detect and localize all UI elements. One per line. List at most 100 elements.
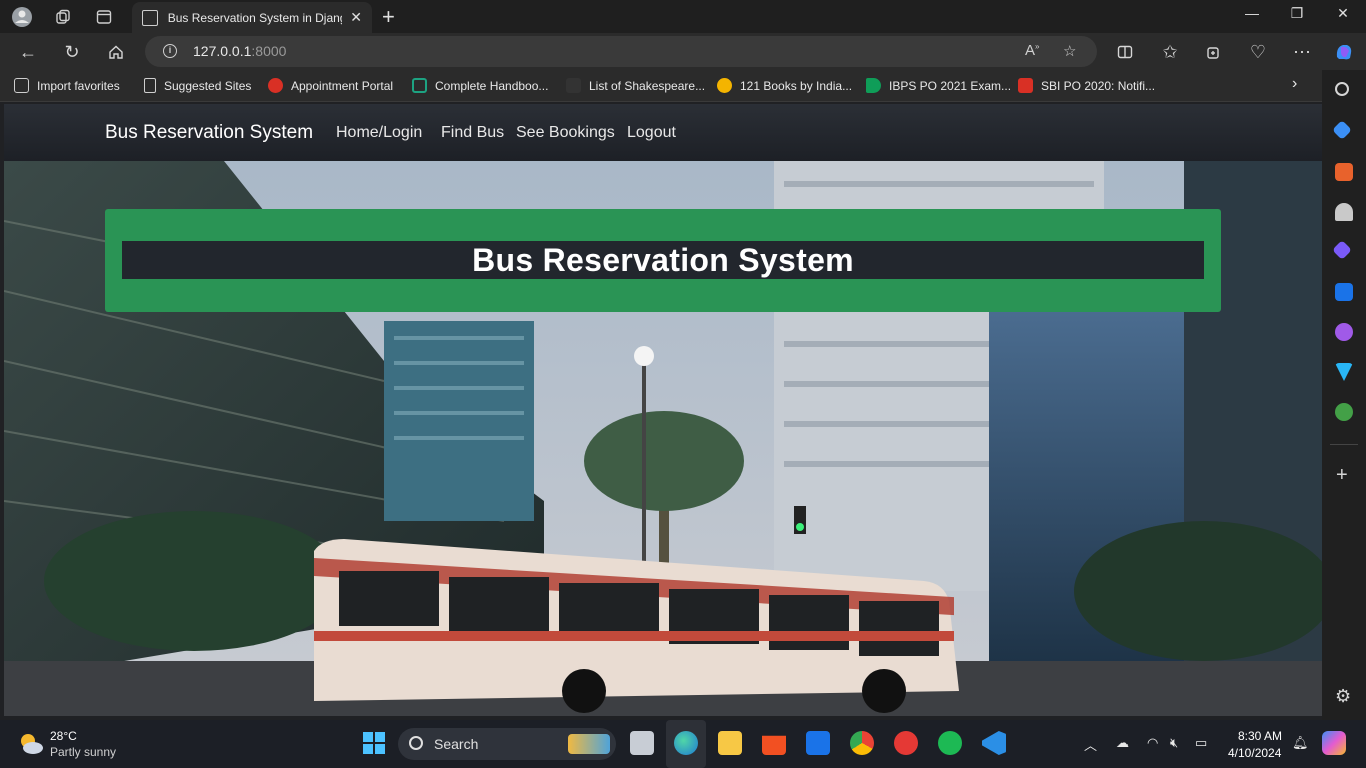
close-tab-icon[interactable]: ✕ [350, 9, 362, 26]
search-highlight-icon [568, 734, 610, 754]
nav-logout[interactable]: Logout [627, 124, 676, 142]
browser-title-bar: Bus Reservation System in Djang ✕ + — ❐ … [0, 0, 1366, 33]
hero-title-box: Bus Reservation System [122, 241, 1204, 279]
mail-icon[interactable] [806, 731, 830, 755]
volume-muted-icon[interactable]: 🔇︎ [1170, 735, 1178, 751]
browser-tab-active[interactable]: Bus Reservation System in Djang ✕ [132, 2, 372, 33]
bookmark-label: 121 Books by India... [740, 78, 853, 93]
bookmark-label: IBPS PO 2021 Exam... [889, 78, 1012, 93]
edge-active-highlight [666, 720, 706, 768]
copilot-sidebar-icon[interactable] [1332, 240, 1352, 260]
search-icon[interactable] [1335, 82, 1349, 96]
search-label: Search [434, 736, 479, 752]
notifications-bell-icon[interactable]: 🔔︎ [1292, 735, 1309, 751]
more-menu-icon[interactable]: ⋯ [1290, 40, 1314, 64]
bookmark-label: Suggested Sites [164, 78, 252, 93]
bookmark-suggested-sites[interactable]: Suggested Sites [144, 78, 251, 93]
site-navbar: Bus Reservation System Home/Login Find B… [4, 104, 1322, 161]
page-favicon-icon [142, 9, 158, 26]
close-window-icon[interactable]: ✕ [1328, 5, 1358, 22]
clock-date[interactable]: 4/10/2024 [1228, 746, 1281, 760]
windows-start-icon[interactable] [362, 731, 386, 755]
task-view-icon[interactable] [630, 731, 654, 755]
bookmark-import-favorites[interactable]: Import favorites [14, 78, 120, 93]
home-icon[interactable] [104, 40, 128, 64]
spotify-icon[interactable] [938, 731, 962, 755]
network-info-icon[interactable]: ☁ [1116, 735, 1129, 751]
nav-home-login[interactable]: Home/Login [336, 124, 422, 142]
copilot-icon[interactable] [1332, 40, 1356, 64]
workspaces-icon[interactable] [52, 6, 74, 28]
browser-toolbar: ← ↻ i 127.0.0.1:8000 A» ☆ ✩ ♡ ⋯ [0, 33, 1366, 70]
site-brand[interactable]: Bus Reservation System [105, 122, 313, 144]
back-icon[interactable]: ← [16, 40, 40, 64]
games-icon[interactable] [1335, 203, 1353, 221]
read-aloud-icon[interactable]: A» [1025, 42, 1039, 59]
tab-actions-icon[interactable] [93, 6, 115, 28]
bookmark-label: SBI PO 2020: Notifi... [1041, 78, 1156, 93]
partly-sunny-icon[interactable] [18, 731, 44, 757]
weather-temperature[interactable]: 28°C [50, 729, 77, 743]
tree-icon[interactable] [1335, 403, 1353, 421]
show-hidden-icons-chevron-icon[interactable]: ︿ [1084, 735, 1097, 754]
bookmark-shakespeare[interactable]: List of Shakespeare... [566, 78, 705, 93]
bookmark-sbi-po[interactable]: SBI PO 2020: Notifi... [1018, 78, 1155, 93]
copilot-taskbar-icon[interactable] [1322, 731, 1346, 755]
outlook-icon[interactable] [1335, 283, 1353, 301]
drop-icon[interactable] [1335, 363, 1353, 381]
profile-avatar-icon[interactable] [11, 6, 33, 28]
split-screen-icon[interactable] [1113, 40, 1137, 64]
restore-icon[interactable]: ❐ [1282, 5, 1312, 22]
battery-icon[interactable]: ▭ [1195, 735, 1207, 751]
taskbar-search-box[interactable]: Search [398, 728, 616, 760]
file-explorer-icon[interactable] [718, 731, 742, 755]
refresh-icon[interactable]: ↻ [60, 40, 84, 64]
browser-essentials-icon[interactable]: ♡ [1246, 40, 1270, 64]
bookmark-label: Complete Handboo... [435, 78, 549, 93]
microsoft-store-icon[interactable] [762, 735, 786, 755]
search-icon [409, 736, 423, 750]
bookmark-121-books[interactable]: 121 Books by India... [717, 78, 852, 93]
url-text: 127.0.0.1:8000 [193, 43, 287, 59]
bookmark-complete-handbook[interactable]: Complete Handboo... [412, 78, 548, 93]
appointment-portal-icon [268, 78, 283, 93]
address-bar[interactable]: i 127.0.0.1:8000 A» ☆ [145, 36, 1097, 67]
add-sidebar-app-icon[interactable]: + [1336, 464, 1348, 487]
tools-icon[interactable] [1335, 163, 1353, 181]
minimize-icon[interactable]: — [1237, 5, 1267, 21]
hero-background-image: Bus Reservation System [4, 161, 1322, 716]
chrome-icon[interactable] [850, 731, 874, 755]
nav-find-bus[interactable]: Find Bus [441, 124, 504, 142]
favorites-icon[interactable]: ✩ [1158, 40, 1182, 64]
weather-description[interactable]: Partly sunny [50, 745, 116, 759]
ibps-site-icon [866, 78, 881, 93]
hero-title: Bus Reservation System [472, 241, 854, 278]
wifi-icon[interactable]: ◠ [1147, 735, 1158, 751]
tab-title: Bus Reservation System in Djang [167, 10, 343, 25]
site-info-icon[interactable]: i [163, 44, 177, 58]
wps-office-icon[interactable] [894, 731, 918, 755]
new-tab-button[interactable]: + [382, 4, 395, 30]
bookmark-label: List of Shakespeare... [589, 78, 706, 93]
nav-see-bookings[interactable]: See Bookings [516, 124, 615, 142]
windows-taskbar: 28°C Partly sunny Search ︿ ☁ ◠ 🔇︎ ▭ 8:30… [0, 720, 1366, 768]
sbi-site-icon [1018, 78, 1033, 93]
bookmark-appointment-portal[interactable]: Appointment Portal [268, 78, 393, 93]
bookmark-label: Appointment Portal [291, 78, 394, 93]
bookmark-ibps-po[interactable]: IBPS PO 2021 Exam... [866, 78, 1011, 93]
clock-time[interactable]: 8:30 AM [1238, 729, 1282, 743]
bookmarks-more-chevron-icon[interactable]: › [1292, 75, 1297, 93]
edge-sidebar: + ⚙ [1322, 70, 1366, 720]
web-page: Bus Reservation System Home/Login Find B… [4, 104, 1322, 716]
favorite-star-icon[interactable]: ☆ [1063, 42, 1076, 60]
shopping-tag-icon[interactable] [1332, 120, 1352, 140]
sidebar-divider [1330, 444, 1358, 445]
shakespeare-site-icon [566, 78, 581, 93]
bookmark-label: Import favorites [37, 78, 120, 93]
settings-gear-icon[interactable]: ⚙ [1335, 686, 1351, 707]
vscode-icon[interactable] [982, 731, 1006, 755]
import-icon [14, 78, 29, 93]
page-icon [144, 78, 156, 93]
collections-icon[interactable] [1202, 40, 1226, 64]
designer-icon[interactable] [1335, 323, 1353, 341]
